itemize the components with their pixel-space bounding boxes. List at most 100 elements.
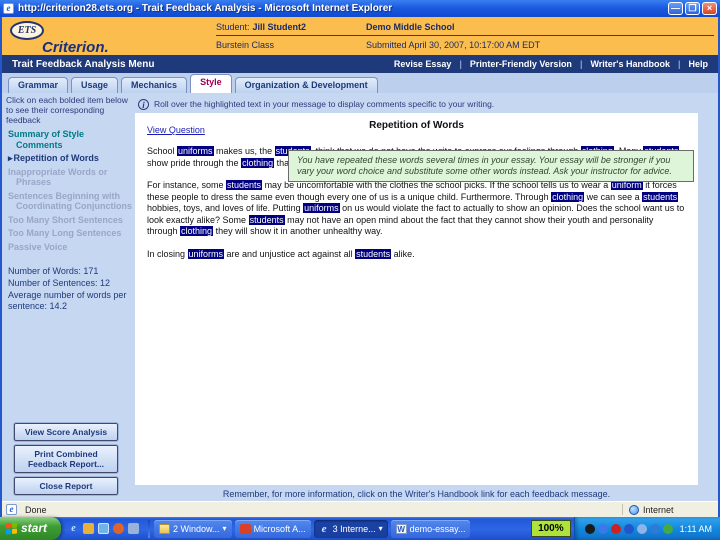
- sidebar-item-repetition-of-words[interactable]: ▸Repetition of Words: [8, 153, 132, 164]
- highlighted-word[interactable]: clothing: [551, 191, 585, 202]
- menu-bar: Trait Feedback Analysis Menu Revise Essa…: [2, 55, 718, 73]
- status-bar: e Done Internet: [2, 501, 718, 517]
- tab-grammar[interactable]: Grammar: [8, 77, 69, 93]
- tab-usage[interactable]: Usage: [71, 77, 119, 93]
- tray-alert-icon[interactable]: [610, 523, 621, 534]
- app-quicklaunch-icon[interactable]: [128, 523, 140, 534]
- status-text: Done: [25, 504, 47, 515]
- class-name: Burstein Class: [216, 39, 275, 50]
- menubar-link-help[interactable]: Help: [688, 59, 708, 69]
- sidebar-item-label: Too Many Long Sentences: [8, 228, 122, 238]
- tab-style[interactable]: Style: [190, 74, 232, 93]
- app-header: ETS Criterion. Student: Jill Student2 De…: [2, 17, 718, 55]
- sidebar-item-label: Summary of Style Comments: [8, 129, 85, 150]
- content-area: Click on each bolded item below to see t…: [2, 93, 718, 501]
- mail-quicklaunch-icon[interactable]: [83, 523, 95, 534]
- student-name: Jill Student2: [252, 22, 307, 32]
- highlighted-word[interactable]: clothing: [241, 157, 275, 168]
- app-red-icon: [239, 523, 251, 534]
- tray-network-icon[interactable]: [662, 523, 673, 534]
- close-button[interactable]: ×: [702, 2, 717, 15]
- tray-player-icon[interactable]: [649, 523, 660, 534]
- feedback-panel: View Question Repetition of Words School…: [135, 113, 698, 485]
- sidebar-item-sentences-beginning-with-coordinating-conjunctions[interactable]: Sentences Beginning with Coordinating Co…: [8, 191, 132, 212]
- feedback-tooltip: You have repeated these words several ti…: [288, 150, 694, 182]
- highlighted-word[interactable]: students: [642, 191, 679, 202]
- taskbar-task-3-interne[interactable]: e 3 Interne... ▾: [314, 519, 388, 538]
- tray-volume-icon[interactable]: [584, 523, 595, 534]
- ets-logo: ETS: [10, 21, 44, 40]
- sidebar-item-inappropriate-words-or-phrases[interactable]: Inappropriate Words or Phrases: [8, 167, 132, 188]
- school-name: Demo Middle School: [366, 19, 714, 36]
- task-label: demo-essay...: [409, 523, 466, 534]
- sidebar-stats: Number of Words: 171 Number of Sentences:…: [8, 266, 132, 312]
- selected-item-arrow-icon: ▸: [8, 153, 13, 163]
- ie-page-icon: e: [3, 3, 14, 14]
- tray-messenger-icon[interactable]: [597, 523, 608, 534]
- view-score-analysis-button[interactable]: View Score Analysis: [13, 422, 119, 442]
- task-label: 2 Window...: [173, 523, 220, 534]
- highlighted-word[interactable]: uniforms: [303, 203, 340, 213]
- student-label: Student:: [216, 22, 250, 32]
- panel-header: View Question Repetition of Words: [135, 113, 698, 140]
- tray-pause-icon[interactable]: [623, 523, 634, 534]
- ie-window: e http://criterion28.ets.org - Trait Fee…: [0, 0, 720, 540]
- restore-button[interactable]: ❐: [685, 2, 700, 15]
- taskbar: start e 2 Window... ▾ Microsoft A... e 3 Int…: [0, 517, 720, 540]
- taskbar-divider: [148, 519, 151, 538]
- taskbar-task-2-window[interactable]: 2 Window... ▾: [154, 519, 232, 538]
- highlighted-word[interactable]: uniforms: [187, 248, 225, 259]
- title-bar: e http://criterion28.ets.org - Trait Fee…: [0, 0, 720, 17]
- sidebar-intro: Click on each bolded item below to see t…: [6, 95, 128, 125]
- task-group-arrow-icon[interactable]: ▾: [223, 524, 227, 533]
- show-desktop-icon[interactable]: [98, 523, 110, 534]
- menu-title: Trait Feedback Analysis Menu: [12, 58, 155, 70]
- menubar-link-writer-s-handbook[interactable]: Writer's Handbook: [590, 59, 669, 69]
- menubar-link-printer-friendly-version[interactable]: Printer-Friendly Version: [470, 59, 572, 69]
- sidebar-item-label: Repetition of Words: [13, 153, 99, 163]
- tray-icons: [584, 523, 673, 534]
- criterion-logo: Criterion.: [42, 39, 109, 56]
- quick-launch: e: [61, 523, 146, 534]
- student-line: Student: Jill Student2: [216, 19, 366, 36]
- windows-flag-icon: [6, 522, 17, 535]
- sidebar-buttons: View Score Analysis Print Combined Feedba…: [13, 422, 119, 496]
- highlighted-word[interactable]: clothing: [180, 226, 214, 236]
- clock[interactable]: 1:11 AM: [680, 524, 712, 534]
- tray-clock-icon[interactable]: [636, 523, 647, 534]
- status-page-icon: e: [6, 504, 17, 515]
- highlighted-word[interactable]: students: [226, 180, 263, 190]
- system-tray: 1:11 AM: [573, 517, 720, 540]
- print-combined-feedback-report-button[interactable]: Print Combined Feedback Report...: [13, 444, 119, 474]
- highlighted-word[interactable]: uniforms: [177, 146, 214, 156]
- taskbar-task-demo-essay[interactable]: Wdemo-essay...: [390, 519, 471, 538]
- reminder-note: Remember, for more information, click on…: [222, 489, 611, 499]
- highlighted-word[interactable]: students: [355, 248, 392, 259]
- essay-paragraph: In closing uniforms are and unjustice ac…: [147, 248, 415, 259]
- sidebar-item-summary-of-style-comments[interactable]: Summary of Style Comments: [8, 129, 132, 150]
- menubar-link-revise-essay[interactable]: Revise Essay: [394, 59, 452, 69]
- taskbar-task-microsoft-a[interactable]: Microsoft A...: [234, 519, 311, 538]
- minimize-button[interactable]: —: [668, 2, 683, 15]
- tab-organization-development[interactable]: Organization & Development: [234, 77, 378, 93]
- ie-icon: e: [321, 522, 327, 535]
- sidebar-item-too-many-long-sentences[interactable]: Too Many Long Sentences: [8, 228, 132, 239]
- close-report-button[interactable]: Close Report: [13, 476, 119, 496]
- start-button[interactable]: start: [0, 517, 62, 540]
- tab-mechanics[interactable]: Mechanics: [121, 77, 188, 93]
- internet-zone-icon: [629, 504, 639, 515]
- task-group-arrow-icon[interactable]: ▾: [379, 524, 383, 533]
- zoom-level-indicator[interactable]: 100%: [531, 520, 571, 537]
- media-player-quicklaunch-icon[interactable]: [113, 523, 125, 534]
- sidebar-item-label: Too Many Short Sentences: [8, 214, 123, 225]
- start-label: start: [21, 521, 48, 535]
- view-question-link[interactable]: View Question: [147, 125, 205, 135]
- tab-strip: Grammar Usage Mechanics Style Organization &…: [2, 73, 718, 93]
- highlighted-word[interactable]: students: [248, 214, 285, 225]
- folder-icon: [159, 523, 171, 534]
- sidebar-item-passive-voice[interactable]: Passive Voice: [8, 242, 132, 253]
- ie-quicklaunch-icon[interactable]: e: [68, 523, 79, 534]
- sidebar-item-too-many-short-sentences[interactable]: Too Many Short Sentences: [8, 215, 132, 226]
- task-label: 3 Interne...: [332, 523, 376, 534]
- word-icon: W: [395, 523, 407, 534]
